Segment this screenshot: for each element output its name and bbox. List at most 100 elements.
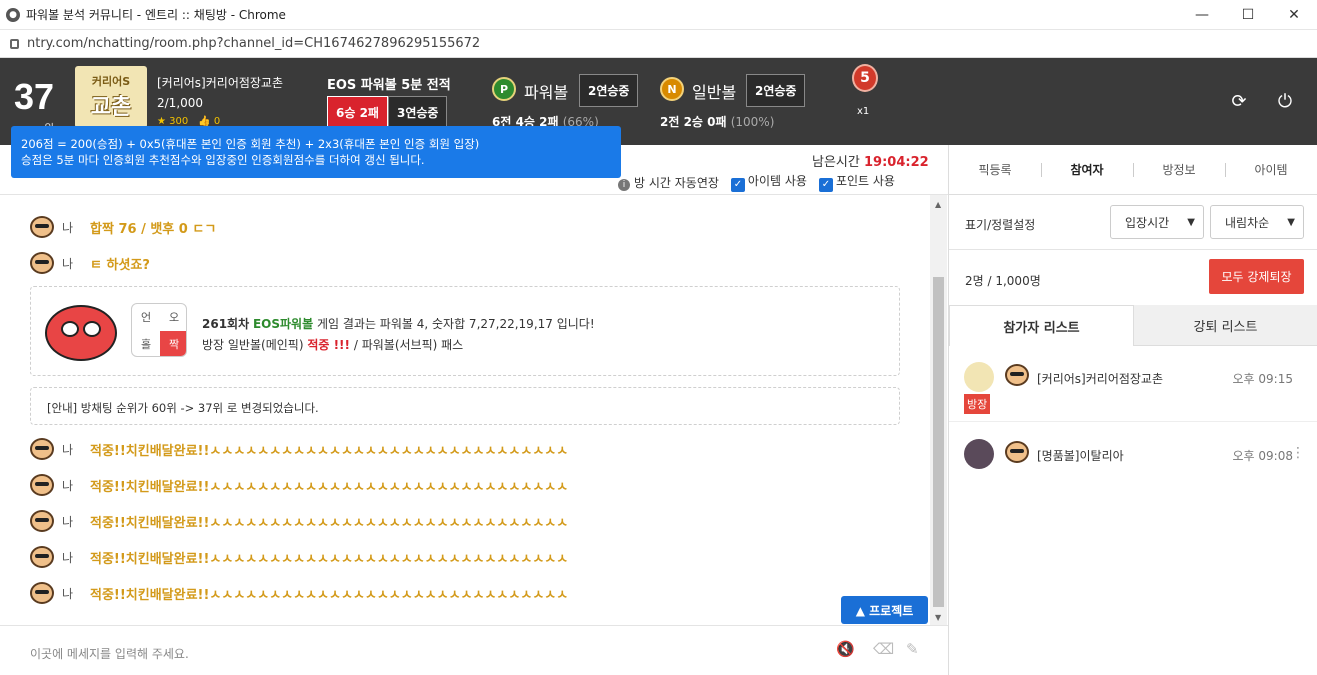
window-title: 파워볼 분석 커뮤니티 - 엔트리 :: 채팅방 - Chrome (26, 8, 286, 22)
member-count: 2/1,000 (157, 96, 204, 110)
message-text: 적중!!치킨배달완료!!ㅅㅅㅅㅅㅅㅅㅅㅅㅅㅅㅅㅅㅅㅅㅅㅅㅅㅅㅅㅅㅅㅅㅅㅅㅅㅅㅅㅅ… (90, 551, 569, 567)
pick-pass: 패스 (441, 338, 464, 352)
pick-mid: / 파워볼(서브픽) (353, 338, 438, 352)
participant-time: 오후 09:08 (1232, 449, 1293, 463)
magic-wand-icon[interactable]: ✎ (906, 640, 919, 658)
eraser-icon[interactable]: ⌫ (873, 640, 894, 658)
avatar (964, 362, 994, 392)
tab-participant-list[interactable]: 참가자 리스트 (949, 305, 1134, 346)
tab-participants[interactable]: 참여자 (1041, 145, 1133, 194)
chat-scrollbar[interactable]: ▲ ▼ (930, 195, 947, 625)
powerball-streak: 2연승중 (579, 74, 639, 107)
eos-record-badge: 6승 2패 (327, 96, 388, 129)
avatar (30, 438, 54, 460)
result-text: 게임 결과는 파워볼 4, 숫자합 7,27,22,19,17 입니다! (316, 317, 595, 331)
chat-message: 나 적중!!치킨배달완료!!ㅅㅅㅅㅅㅅㅅㅅㅅㅅㅅㅅㅅㅅㅅㅅㅅㅅㅅㅅㅅㅅㅅㅅㅅㅅㅅ… (30, 473, 568, 497)
avatar (30, 546, 54, 568)
message-text: 합짝 76 / 뱃후 0 ㄷㄱ (90, 221, 217, 237)
checkbox-checked-icon: ✓ (818, 178, 833, 192)
kick-all-button[interactable]: 모두 강제퇴장 (1209, 259, 1304, 294)
tab-pick-register[interactable]: 픽등록 (949, 145, 1041, 194)
participant-row[interactable]: 방장 [커리어s]커리어점장교촌 오후 09:15 (949, 350, 1317, 422)
room-options: i방 시간 자동연장 ✓ 아이템 사용 ✓ 포인트 사용 (618, 172, 895, 192)
right-panel: 픽등록 참여자 방정보 아이템 표기/정렬설정 입장시간 ▼ 내림차순 ▼ 2명… (948, 145, 1317, 675)
room-logo: 커리어S 교촌 (75, 66, 147, 128)
result-game: EOS파워볼 (252, 317, 314, 331)
power-icon[interactable]: ⏻ (1275, 92, 1295, 112)
scroll-down-icon[interactable]: ▼ (935, 613, 941, 622)
eos-record-title: EOS 파워볼 5분 전적 (327, 78, 451, 93)
message-placeholder[interactable]: 이곳에 메세지를 입력해 주세요. (30, 645, 189, 662)
address-bar[interactable]: ntry.com/nchatting/room.php?channel_id=C… (0, 30, 1317, 58)
globe-icon: ● (6, 7, 20, 22)
tab-room-info[interactable]: 방정보 (1133, 145, 1225, 194)
chat-message: 나 적중!!치킨배달완료!!ㅅㅅㅅㅅㅅㅅㅅㅅㅅㅅㅅㅅㅅㅅㅅㅅㅅㅅㅅㅅㅅㅅㅅㅅㅅㅅ… (30, 437, 568, 461)
level-icon (1005, 441, 1029, 463)
auto-extend-option[interactable]: i 방 시간 자동연장 (618, 174, 719, 191)
message-nick: 나 (62, 478, 74, 493)
tooltip-line1: 206점 = 200(승점) + 0x5(휴대폰 본인 인증 회원 추천) + … (21, 137, 480, 151)
avatar (30, 474, 54, 496)
logo-line2: 교촌 (90, 95, 132, 120)
message-nick: 나 (62, 514, 74, 529)
message-text: 적중!!치킨배달완료!!ㅅㅅㅅㅅㅅㅅㅅㅅㅅㅅㅅㅅㅅㅅㅅㅅㅅㅅㅅㅅㅅㅅㅅㅅㅅㅅㅅㅅ… (90, 443, 569, 459)
avatar (30, 510, 54, 532)
devil-mascot-icon (45, 305, 117, 361)
normalball-pct: (100%) (730, 115, 775, 129)
point-use-checkbox[interactable]: ✓ 포인트 사용 (818, 172, 895, 192)
normalball-stat: 2전 2승 0패 (100%) (660, 113, 774, 130)
chat-message: 나 적중!!치킨배달완료!!ㅅㅅㅅㅅㅅㅅㅅㅅㅅㅅㅅㅅㅅㅅㅅㅅㅅㅅㅅㅅㅅㅅㅅㅅㅅㅅ… (30, 581, 568, 605)
scrollbar-thumb[interactable] (933, 277, 944, 607)
message-nick: 나 (62, 586, 74, 601)
participant-time: 오후 09:15 (1232, 372, 1293, 386)
chat-message: 나 ㅌ 하셧죠? (30, 251, 150, 275)
participant-name: [명품볼]이탈리아 (1037, 449, 1124, 463)
result-line: 261회차 EOS파워볼 게임 결과는 파워볼 4, 숫자합 7,27,22,1… (202, 315, 595, 332)
powerball-icon: P (492, 77, 516, 101)
minimize-button[interactable]: — (1179, 0, 1225, 30)
close-button[interactable]: ✕ (1271, 0, 1317, 30)
refresh-icon[interactable]: ⟳ (1229, 92, 1249, 112)
more-options-icon[interactable]: ⋮ (1291, 445, 1305, 461)
pick-hit: 적중 !!! (307, 338, 351, 352)
checkbox-checked-icon: ✓ (730, 178, 745, 192)
item-use-checkbox[interactable]: ✓ 아이템 사용 (730, 172, 807, 192)
normalball-streak: 2연승중 (746, 74, 806, 107)
powerball-label: 파워볼 (524, 83, 569, 102)
result-grid: 언 오 홀 짝 (131, 303, 187, 357)
tab-items[interactable]: 아이템 (1225, 145, 1317, 194)
mute-icon[interactable]: 🔇 (836, 640, 855, 658)
point-use-label: 포인트 사용 (835, 174, 895, 188)
maximize-button[interactable]: ☐ (1225, 0, 1271, 30)
list-tabs: 참가자 리스트 강퇴 리스트 (949, 305, 1317, 346)
grid-cell-even: 짝 (160, 331, 186, 356)
chevron-down-icon: ▼ (1287, 216, 1295, 228)
eos-streak-badge: 3연승중 (388, 96, 448, 129)
chevron-down-icon: ▼ (1187, 216, 1195, 228)
project-button[interactable]: ▲ 프로젝트 (841, 596, 928, 624)
avatar (30, 582, 54, 604)
panel-tabs: 픽등록 참여자 방정보 아이템 (949, 145, 1317, 195)
participant-row[interactable]: [명품볼]이탈리아 오후 09:08 ⋮ (949, 427, 1317, 499)
sort-label: 표기/정렬설정 (965, 218, 1036, 232)
avatar (964, 439, 994, 469)
remaining-time-value: 19:04:22 (863, 155, 929, 170)
chat-log[interactable]: 나 합짝 76 / 뱃후 0 ㄷㄱ 나 ㅌ 하셧죠? 언 오 홀 짝 261회차… (0, 195, 930, 625)
sort-order-select[interactable]: 내림차순 ▼ (1210, 205, 1304, 239)
info-icon: i (618, 178, 630, 191)
message-nick: 나 (62, 256, 74, 271)
remaining-time-label: 남은시간 (812, 155, 860, 170)
tooltip-line2: 승점은 5분 마다 인증회원 추천점수와 입장중인 인증회원점수를 더하여 갱신… (21, 153, 425, 167)
url-text[interactable]: ntry.com/nchatting/room.php?channel_id=C… (27, 36, 480, 51)
tab-kick-list[interactable]: 강퇴 리스트 (1134, 305, 1317, 346)
normalball-label: 일반볼 (692, 83, 737, 102)
message-text: 적중!!치킨배달완료!!ㅅㅅㅅㅅㅅㅅㅅㅅㅅㅅㅅㅅㅅㅅㅅㅅㅅㅅㅅㅅㅅㅅㅅㅅㅅㅅㅅㅅ… (90, 479, 569, 495)
message-nick: 나 (62, 442, 74, 457)
sort-by-select[interactable]: 입장시간 ▼ (1110, 205, 1204, 239)
scroll-up-icon[interactable]: ▲ (935, 200, 941, 209)
message-text: 적중!!치킨배달완료!!ㅅㅅㅅㅅㅅㅅㅅㅅㅅㅅㅅㅅㅅㅅㅅㅅㅅㅅㅅㅅㅅㅅㅅㅅㅅㅅㅅㅅ… (90, 587, 569, 603)
message-text: 적중!!치킨배달완료!!ㅅㅅㅅㅅㅅㅅㅅㅅㅅㅅㅅㅅㅅㅅㅅㅅㅅㅅㅅㅅㅅㅅㅅㅅㅅㅅㅅㅅ… (90, 515, 569, 531)
message-input[interactable]: 이곳에 메세지를 입력해 주세요. 🔇 ⌫ ✎ (0, 625, 948, 675)
host-badge: 방장 (964, 394, 991, 414)
avatar (30, 252, 54, 274)
